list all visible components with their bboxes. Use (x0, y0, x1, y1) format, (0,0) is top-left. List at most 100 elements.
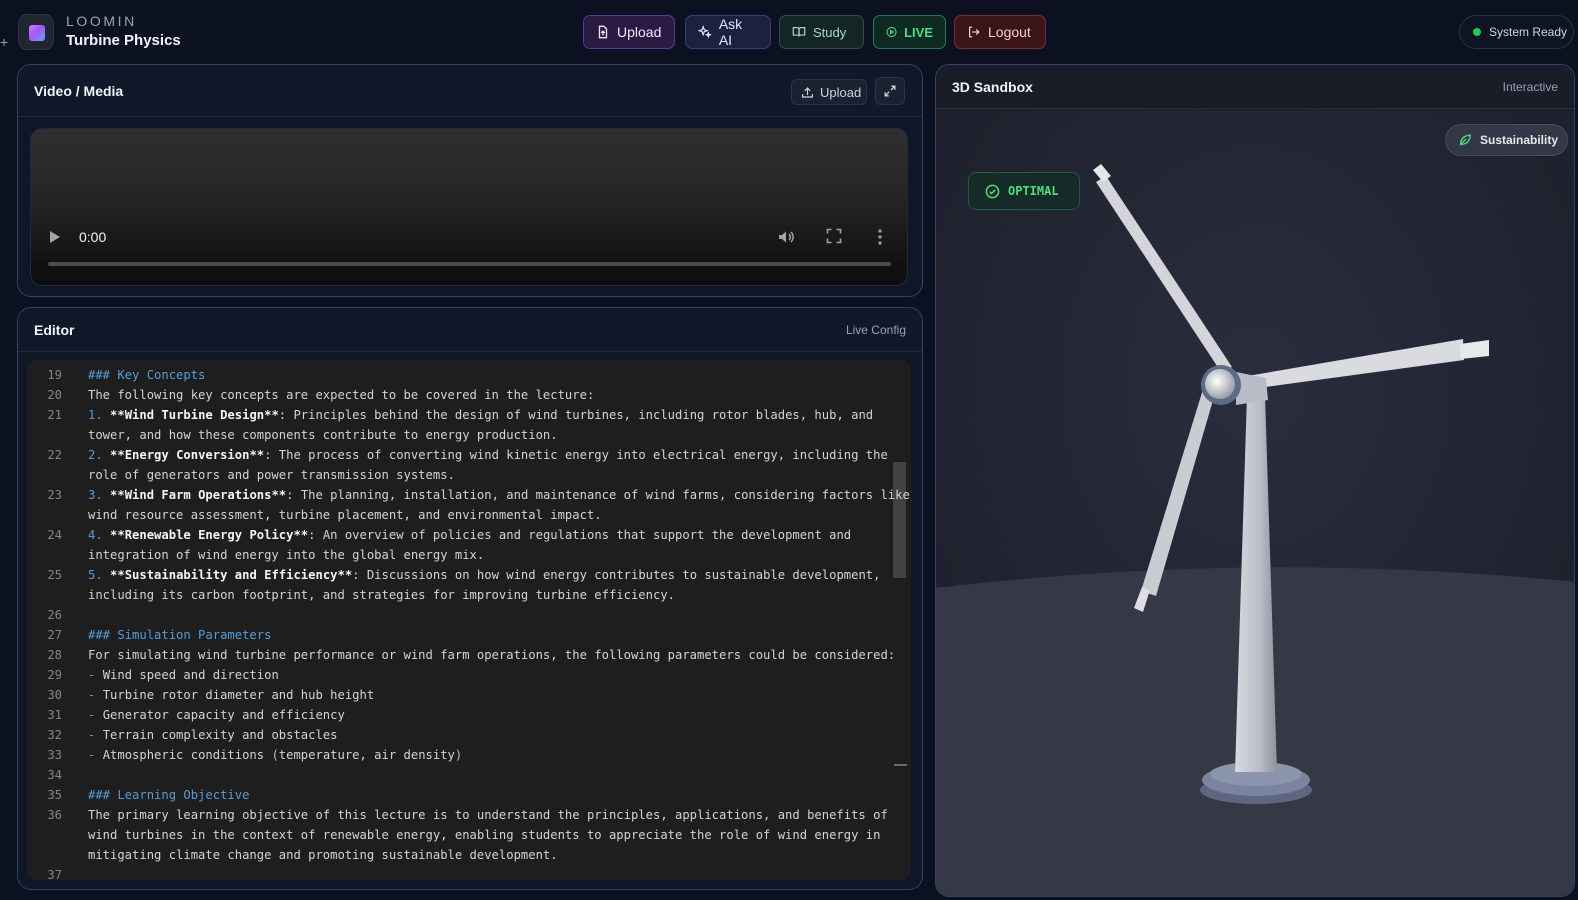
line-content: 3. **Wind Farm Operations**: The plannin… (88, 488, 910, 502)
line-content: wind resource assessment, turbine placem… (88, 508, 602, 522)
code-editor[interactable]: 19 ### Key Concepts 20 The following key co… (27, 360, 911, 880)
editor-line[interactable]: 30 - Turbine rotor diameter and hub heigh… (27, 685, 887, 705)
line-content: - Wind speed and direction (88, 668, 279, 682)
media-upload-label: Upload (820, 84, 862, 100)
line-content: ### Simulation Parameters (88, 628, 272, 642)
volume-icon[interactable] (777, 228, 795, 246)
file-upload-icon (598, 25, 608, 39)
line-content: For simulating wind turbine performance … (88, 648, 896, 662)
sustainability-label: Sustainability (1480, 133, 1559, 147)
line-number: 31 (47, 708, 62, 722)
editor-line[interactable]: including its carbon footprint, and stra… (27, 585, 887, 605)
play-icon[interactable] (49, 230, 61, 244)
logout-button[interactable]: Logout (954, 15, 1046, 49)
sparkles-icon (698, 25, 712, 39)
editor-line[interactable]: mitigating climate change and promoting … (27, 845, 887, 865)
editor-line[interactable]: 20 The following key concepts are expecte… (27, 385, 887, 405)
editor-line[interactable]: 25 5. **Sustainability and Efficiency**: … (27, 565, 887, 585)
editor-line[interactable]: 26 (27, 605, 887, 625)
line-number: 37 (47, 868, 62, 880)
line-number: 26 (47, 608, 62, 622)
line-number: 33 (47, 748, 62, 762)
study-button-label: Study (813, 24, 847, 40)
app-logo (18, 14, 54, 50)
editor-line[interactable]: 37 (27, 865, 887, 880)
line-content: ### Key Concepts (88, 368, 206, 382)
line-number: 35 (47, 788, 62, 802)
line-content: - Turbine rotor diameter and hub height (88, 688, 375, 702)
brand-name: LOOMIN (66, 13, 137, 29)
expand-button[interactable] (875, 77, 905, 105)
line-content: 5. **Sustainability and Efficiency**: Di… (88, 568, 881, 582)
line-content: The primary learning objective of this l… (88, 808, 888, 822)
line-number: 30 (47, 688, 62, 702)
expand-icon (884, 85, 896, 97)
editor-line[interactable]: 23 3. **Wind Farm Operations**: The plann… (27, 485, 910, 505)
editor-line[interactable]: 28 For simulating wind turbine performanc… (27, 645, 895, 665)
media-upload-button[interactable]: Upload (791, 79, 867, 105)
editor-line[interactable]: 27 ### Simulation Parameters (27, 625, 887, 645)
live-button-label: LIVE (904, 24, 933, 40)
editor-scrollbar-thumb[interactable] (893, 462, 906, 578)
line-content: role of generators and power transmissio… (88, 468, 455, 482)
editor-line[interactable]: 22 2. **Energy Conversion**: The process … (27, 445, 888, 465)
more-vertical-icon[interactable] (877, 228, 883, 246)
live-button[interactable]: LIVE (873, 15, 946, 49)
sandbox-panel-header: 3D Sandbox Interactive (936, 65, 1574, 109)
line-content: - Terrain complexity and obstacles (88, 728, 338, 742)
editor-line[interactable]: 33 - Atmospheric conditions (temperature,… (27, 745, 887, 765)
line-content: The following key concepts are expected … (88, 388, 595, 402)
editor-line[interactable]: 35 ### Learning Objective (27, 785, 887, 805)
editor-line[interactable]: 32 - Terrain complexity and obstacles (27, 725, 887, 745)
sandbox-mode-label: Interactive (1502, 80, 1558, 94)
line-content: tower, and how these components contribu… (88, 428, 558, 442)
line-number: 36 (47, 808, 62, 822)
upload-button[interactable]: Upload (583, 15, 675, 49)
line-content: integration of wind energy into the glob… (88, 548, 485, 562)
system-status-pill: System Ready (1459, 15, 1574, 49)
editor-line[interactable]: 31 - Generator capacity and efficiency (27, 705, 887, 725)
editor-line[interactable]: wind resource assessment, turbine placem… (27, 505, 887, 525)
editor-line[interactable]: 36 The primary learning objective of this… (27, 805, 887, 825)
video-progress-track[interactable] (48, 262, 891, 266)
editor-mode-label: Live Config (845, 323, 906, 337)
line-content: 1. **Wind Turbine Design**: Principles b… (88, 408, 874, 422)
app-header: + LOOMIN Turbine Physics Upload Ask AI S… (0, 0, 1578, 62)
project-title: Turbine Physics (66, 32, 181, 49)
line-number: 19 (47, 368, 62, 382)
video-player[interactable]: 0:00 (30, 128, 908, 286)
editor-line[interactable]: 29 - Wind speed and direction (27, 665, 887, 685)
video-current-time: 0:00 (79, 229, 107, 245)
editor-line[interactable]: 24 4. **Renewable Energy Policy**: An ove… (27, 525, 887, 545)
system-status-text: System Ready (1489, 25, 1568, 39)
line-content: including its carbon footprint, and stra… (88, 588, 675, 602)
fullscreen-icon[interactable] (826, 228, 842, 244)
editor-line[interactable]: integration of wind energy into the glob… (27, 545, 887, 565)
line-number: 23 (47, 488, 62, 502)
optimal-status-badge: OPTIMAL (968, 172, 1080, 210)
editor-panel: Editor Live Config 19 ### Key Concepts 20 T… (17, 307, 923, 890)
play-circle-icon (886, 26, 897, 38)
editor-panel-header: Editor Live Config (18, 308, 922, 352)
editor-line[interactable]: tower, and how these components contribu… (27, 425, 887, 445)
line-number: 29 (47, 668, 62, 682)
turbine-3d-scene[interactable] (936, 110, 1575, 897)
turbine-hub (1205, 369, 1235, 399)
video-media-panel: Video / Media Upload 0:00 (17, 64, 923, 297)
study-button[interactable]: Study (779, 15, 864, 49)
brand-block: LOOMIN Turbine Physics (66, 13, 181, 49)
line-content: wind turbines in the context of renewabl… (88, 828, 881, 842)
line-number: 28 (47, 648, 62, 662)
editor-line[interactable]: wind turbines in the context of renewabl… (27, 825, 887, 845)
sustainability-button[interactable]: Sustainability (1445, 124, 1568, 156)
sidebar-toggle-edge[interactable]: + (0, 34, 8, 64)
editor-line[interactable]: 34 (27, 765, 887, 785)
ask-ai-button[interactable]: Ask AI (685, 15, 771, 49)
editor-line[interactable]: role of generators and power transmissio… (27, 465, 887, 485)
editor-line[interactable]: 19 ### Key Concepts (27, 365, 887, 385)
editor-line[interactable]: 21 1. **Wind Turbine Design**: Principles… (27, 405, 887, 425)
line-number: 24 (47, 528, 62, 542)
line-content: - Atmospheric conditions (temperature, a… (88, 748, 463, 762)
line-number: 20 (47, 388, 62, 402)
logout-button-label: Logout (988, 24, 1031, 40)
